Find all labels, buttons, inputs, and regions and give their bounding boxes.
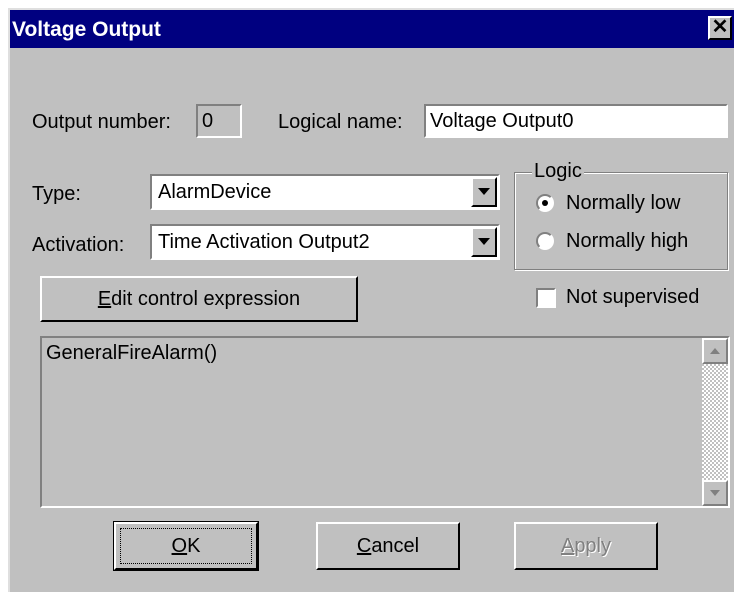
radio-normally-high[interactable]: Normally high [536, 230, 716, 254]
logical-name-value: Voltage Output0 [430, 110, 574, 132]
activation-label: Activation: [32, 234, 125, 256]
output-number-label: Output number: [32, 111, 171, 133]
not-supervised-label[interactable]: Not supervised [566, 286, 699, 309]
not-supervised-checkbox[interactable] [536, 288, 556, 308]
edit-control-expression-button[interactable]: Edit control expression [40, 276, 358, 322]
expression-text: GeneralFireAlarm() [46, 342, 218, 364]
logic-group [514, 172, 728, 270]
activation-select[interactable]: Time Activation Output2 [150, 224, 500, 260]
type-dropdown-button[interactable] [471, 177, 497, 207]
expression-scrollbar[interactable] [702, 338, 728, 506]
radio-normally-low[interactable]: Normally low [536, 192, 716, 216]
chevron-down-icon [478, 238, 490, 245]
apply-button[interactable]: Apply [514, 522, 658, 570]
cancel-button[interactable]: Cancel [316, 522, 460, 570]
scroll-down-arrow-icon [710, 490, 720, 496]
logical-name-input[interactable]: Voltage Output0 [424, 104, 728, 138]
apply-button-label: Apply [560, 535, 612, 557]
radio-normally-high-button[interactable] [536, 232, 554, 250]
chevron-down-icon [478, 188, 490, 195]
type-select[interactable]: AlarmDevice [150, 174, 500, 210]
ok-button[interactable]: OK [113, 521, 259, 571]
activation-value: Time Activation Output2 [158, 231, 370, 253]
output-number-value: 0 [202, 110, 214, 132]
expression-box[interactable]: GeneralFireAlarm() [40, 336, 730, 508]
output-number-field: 0 [196, 104, 242, 138]
scroll-up-arrow-icon [710, 348, 720, 354]
close-icon: ✕ [711, 16, 729, 38]
logical-name-label: Logical name: [278, 111, 403, 133]
scroll-down-button[interactable] [702, 480, 728, 506]
activation-dropdown-button[interactable] [471, 227, 497, 257]
radio-normally-low-button[interactable] [536, 194, 554, 212]
window-title: Voltage Output [12, 18, 161, 41]
edit-control-expression-label: Edit control expression [97, 288, 301, 310]
close-button[interactable]: ✕ [708, 16, 732, 40]
type-label: Type: [32, 183, 81, 205]
title-bar[interactable]: Voltage Output ✕ [10, 10, 734, 48]
focus-ring [120, 528, 252, 564]
radio-normally-low-label: Normally low [566, 192, 681, 214]
voltage-output-dialog: Voltage Output ✕ Output number: 0 Logica… [8, 8, 734, 592]
type-value: AlarmDevice [158, 181, 272, 203]
logic-group-label: Logic [532, 160, 584, 183]
scroll-up-button[interactable] [702, 338, 728, 364]
radio-normally-high-label: Normally high [566, 230, 689, 252]
radio-selected-dot [542, 200, 548, 206]
cancel-button-label: Cancel [356, 535, 420, 557]
